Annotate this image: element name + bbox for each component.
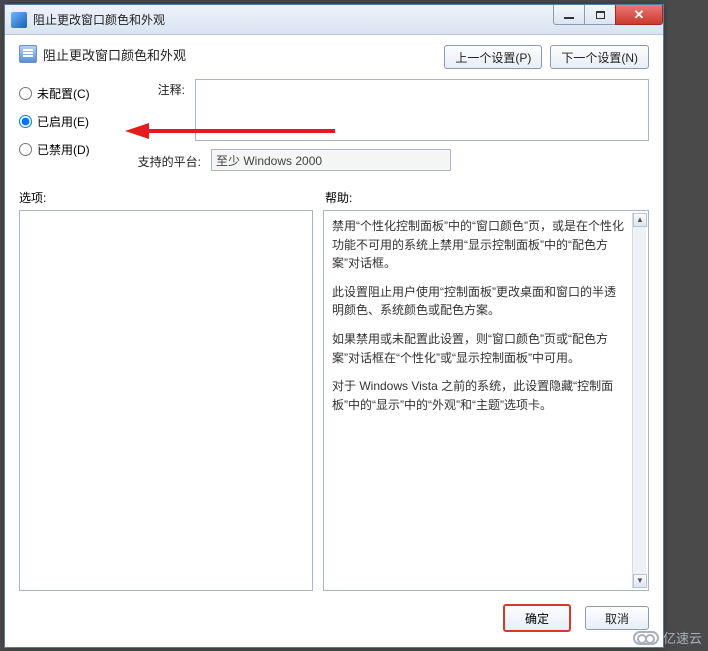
options-section-label: 选项:: [19, 189, 313, 206]
radio-disabled-label: 已禁用(D): [37, 141, 90, 158]
supported-platform-field: 至少 Windows 2000: [211, 149, 451, 171]
help-paragraph: 如果禁用或未配置此设置，则“窗口颜色”页或“配色方案”对话框在“个性化”或“显示…: [332, 330, 642, 367]
radio-disabled-input[interactable]: [19, 143, 32, 156]
policy-dialog-window: 阻止更改窗口颜色和外观 ✕ 阻止更改窗口颜色和外观 上一个设置(P) 下一个设置…: [4, 4, 664, 648]
previous-setting-button[interactable]: 上一个设置(P): [444, 45, 542, 69]
next-setting-button[interactable]: 下一个设置(N): [550, 45, 649, 69]
watermark: 亿速云: [633, 628, 702, 647]
supported-label: 支持的平台:: [129, 151, 201, 170]
radio-enabled[interactable]: 已启用(E): [19, 107, 115, 135]
window-title: 阻止更改窗口颜色和外观: [33, 11, 165, 28]
radio-not-configured[interactable]: 未配置(C): [19, 79, 115, 107]
cancel-button[interactable]: 取消: [585, 606, 649, 630]
radio-not-configured-label: 未配置(C): [37, 85, 90, 102]
policy-title: 阻止更改窗口颜色和外观: [43, 45, 186, 64]
watermark-text: 亿速云: [663, 628, 702, 647]
help-paragraph: 禁用“个性化控制面板”中的“窗口颜色”页，或是在个性化功能不可用的系统上禁用“显…: [332, 217, 642, 273]
watermark-logo-icon: [633, 631, 659, 645]
help-pane: 禁用“个性化控制面板”中的“窗口颜色”页，或是在个性化功能不可用的系统上禁用“显…: [323, 210, 649, 591]
app-icon: [11, 12, 27, 28]
options-pane: [19, 210, 313, 591]
comment-label: 注释:: [129, 79, 185, 141]
comment-textarea[interactable]: [195, 79, 649, 141]
radio-enabled-input[interactable]: [19, 115, 32, 128]
radio-not-configured-input[interactable]: [19, 87, 32, 100]
radio-enabled-label: 已启用(E): [37, 113, 89, 130]
radio-disabled[interactable]: 已禁用(D): [19, 135, 115, 163]
policy-icon: [19, 45, 37, 63]
scroll-down-icon[interactable]: ▼: [633, 574, 647, 588]
help-paragraph: 对于 Windows Vista 之前的系统，此设置隐藏“控制面板”中的“显示”…: [332, 377, 642, 414]
minimize-button[interactable]: [553, 5, 585, 25]
titlebar[interactable]: 阻止更改窗口颜色和外观 ✕: [5, 5, 663, 35]
close-button[interactable]: ✕: [615, 5, 663, 25]
maximize-button[interactable]: [584, 5, 616, 25]
scrollbar[interactable]: ▲ ▼: [632, 213, 646, 588]
ok-button[interactable]: 确定: [503, 604, 571, 632]
help-section-label: 帮助:: [325, 189, 649, 206]
scroll-up-icon[interactable]: ▲: [633, 213, 647, 227]
help-paragraph: 此设置阻止用户使用“控制面板”更改桌面和窗口的半透明颜色、系统颜色或配色方案。: [332, 283, 642, 320]
